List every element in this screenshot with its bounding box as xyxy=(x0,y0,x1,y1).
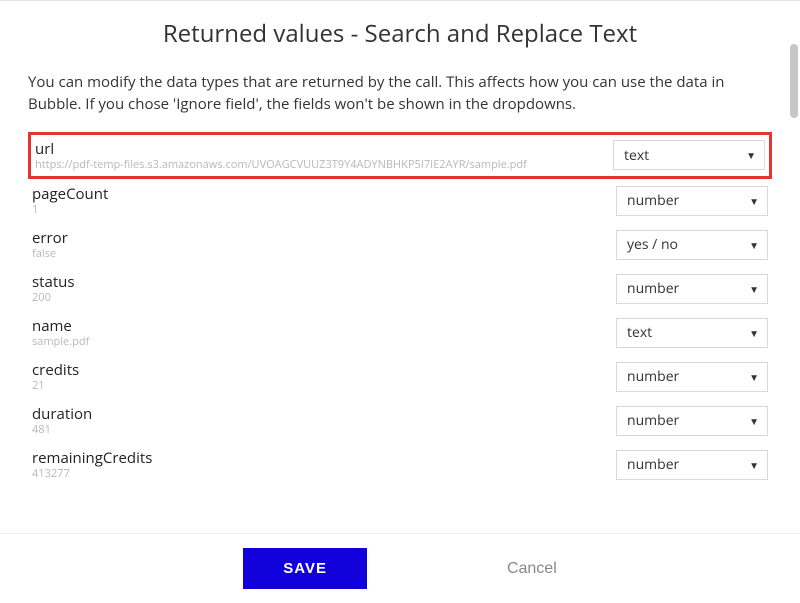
type-select[interactable]: number ▼ xyxy=(616,362,768,392)
field-info: credits21 xyxy=(32,361,604,392)
field-sample: 413277 xyxy=(32,467,604,480)
type-select[interactable]: number ▼ xyxy=(616,406,768,436)
field-row: duration481 number ▼ xyxy=(28,399,772,443)
type-select-label: number xyxy=(627,367,679,386)
field-info: pageCount1 xyxy=(32,185,604,216)
field-row: remainingCredits413277 number ▼ xyxy=(28,443,772,487)
modal-header: Returned values - Search and Replace Tex… xyxy=(0,1,800,62)
type-select[interactable]: text ▼ xyxy=(616,318,768,348)
type-select[interactable]: number ▼ xyxy=(616,274,768,304)
field-info: remainingCredits413277 xyxy=(32,449,604,480)
type-select-label: number xyxy=(627,279,679,298)
field-row: urlhttps://pdf-temp-files.s3.amazonaws.c… xyxy=(28,132,772,179)
field-info: urlhttps://pdf-temp-files.s3.amazonaws.c… xyxy=(35,140,601,171)
field-sample: 21 xyxy=(32,379,604,392)
field-row: errorfalse yes / no ▼ xyxy=(28,223,772,267)
field-info: status200 xyxy=(32,273,604,304)
field-info: namesample.pdf xyxy=(32,317,604,348)
field-sample: 1 xyxy=(32,203,604,216)
field-sample: 200 xyxy=(32,291,604,304)
modal-body[interactable]: You can modify the data types that are r… xyxy=(0,62,800,533)
type-select-label: yes / no xyxy=(627,235,678,254)
field-name: name xyxy=(32,317,604,335)
modal-title: Returned values - Search and Replace Tex… xyxy=(0,17,800,50)
type-select[interactable]: text ▼ xyxy=(613,140,765,170)
field-info: errorfalse xyxy=(32,229,604,260)
caret-down-icon: ▼ xyxy=(749,238,759,252)
field-sample: 481 xyxy=(32,423,604,436)
type-select[interactable]: number ▼ xyxy=(616,186,768,216)
field-name: credits xyxy=(32,361,604,379)
field-row: credits21 number ▼ xyxy=(28,355,772,399)
field-name: duration xyxy=(32,405,604,423)
field-list: urlhttps://pdf-temp-files.s3.amazonaws.c… xyxy=(28,132,772,487)
type-select[interactable]: number ▼ xyxy=(616,450,768,480)
scrollbar-thumb[interactable] xyxy=(790,44,798,118)
field-row: namesample.pdf text ▼ xyxy=(28,311,772,355)
field-sample: https://pdf-temp-files.s3.amazonaws.com/… xyxy=(35,158,601,171)
field-sample: false xyxy=(32,247,604,260)
caret-down-icon: ▼ xyxy=(749,194,759,208)
save-button[interactable]: SAVE xyxy=(243,548,367,589)
field-row: status200 number ▼ xyxy=(28,267,772,311)
field-sample: sample.pdf xyxy=(32,335,604,348)
field-name: status xyxy=(32,273,604,291)
type-select-label: number xyxy=(627,411,679,430)
caret-down-icon: ▼ xyxy=(749,282,759,296)
type-select-label: number xyxy=(627,455,679,474)
type-select-label: text xyxy=(627,323,652,342)
returned-values-modal: Returned values - Search and Replace Tex… xyxy=(0,0,800,603)
modal-footer: SAVE Cancel xyxy=(0,533,800,603)
caret-down-icon: ▼ xyxy=(749,458,759,472)
cancel-button[interactable]: Cancel xyxy=(507,560,557,578)
field-info: duration481 xyxy=(32,405,604,436)
caret-down-icon: ▼ xyxy=(749,414,759,428)
field-row: pageCount1 number ▼ xyxy=(28,179,772,223)
field-name: url xyxy=(35,140,601,158)
type-select[interactable]: yes / no ▼ xyxy=(616,230,768,260)
caret-down-icon: ▼ xyxy=(746,148,756,162)
caret-down-icon: ▼ xyxy=(749,326,759,340)
modal-description: You can modify the data types that are r… xyxy=(28,72,772,116)
field-name: remainingCredits xyxy=(32,449,604,467)
caret-down-icon: ▼ xyxy=(749,370,759,384)
field-name: pageCount xyxy=(32,185,604,203)
field-name: error xyxy=(32,229,604,247)
type-select-label: text xyxy=(624,146,649,165)
type-select-label: number xyxy=(627,191,679,210)
